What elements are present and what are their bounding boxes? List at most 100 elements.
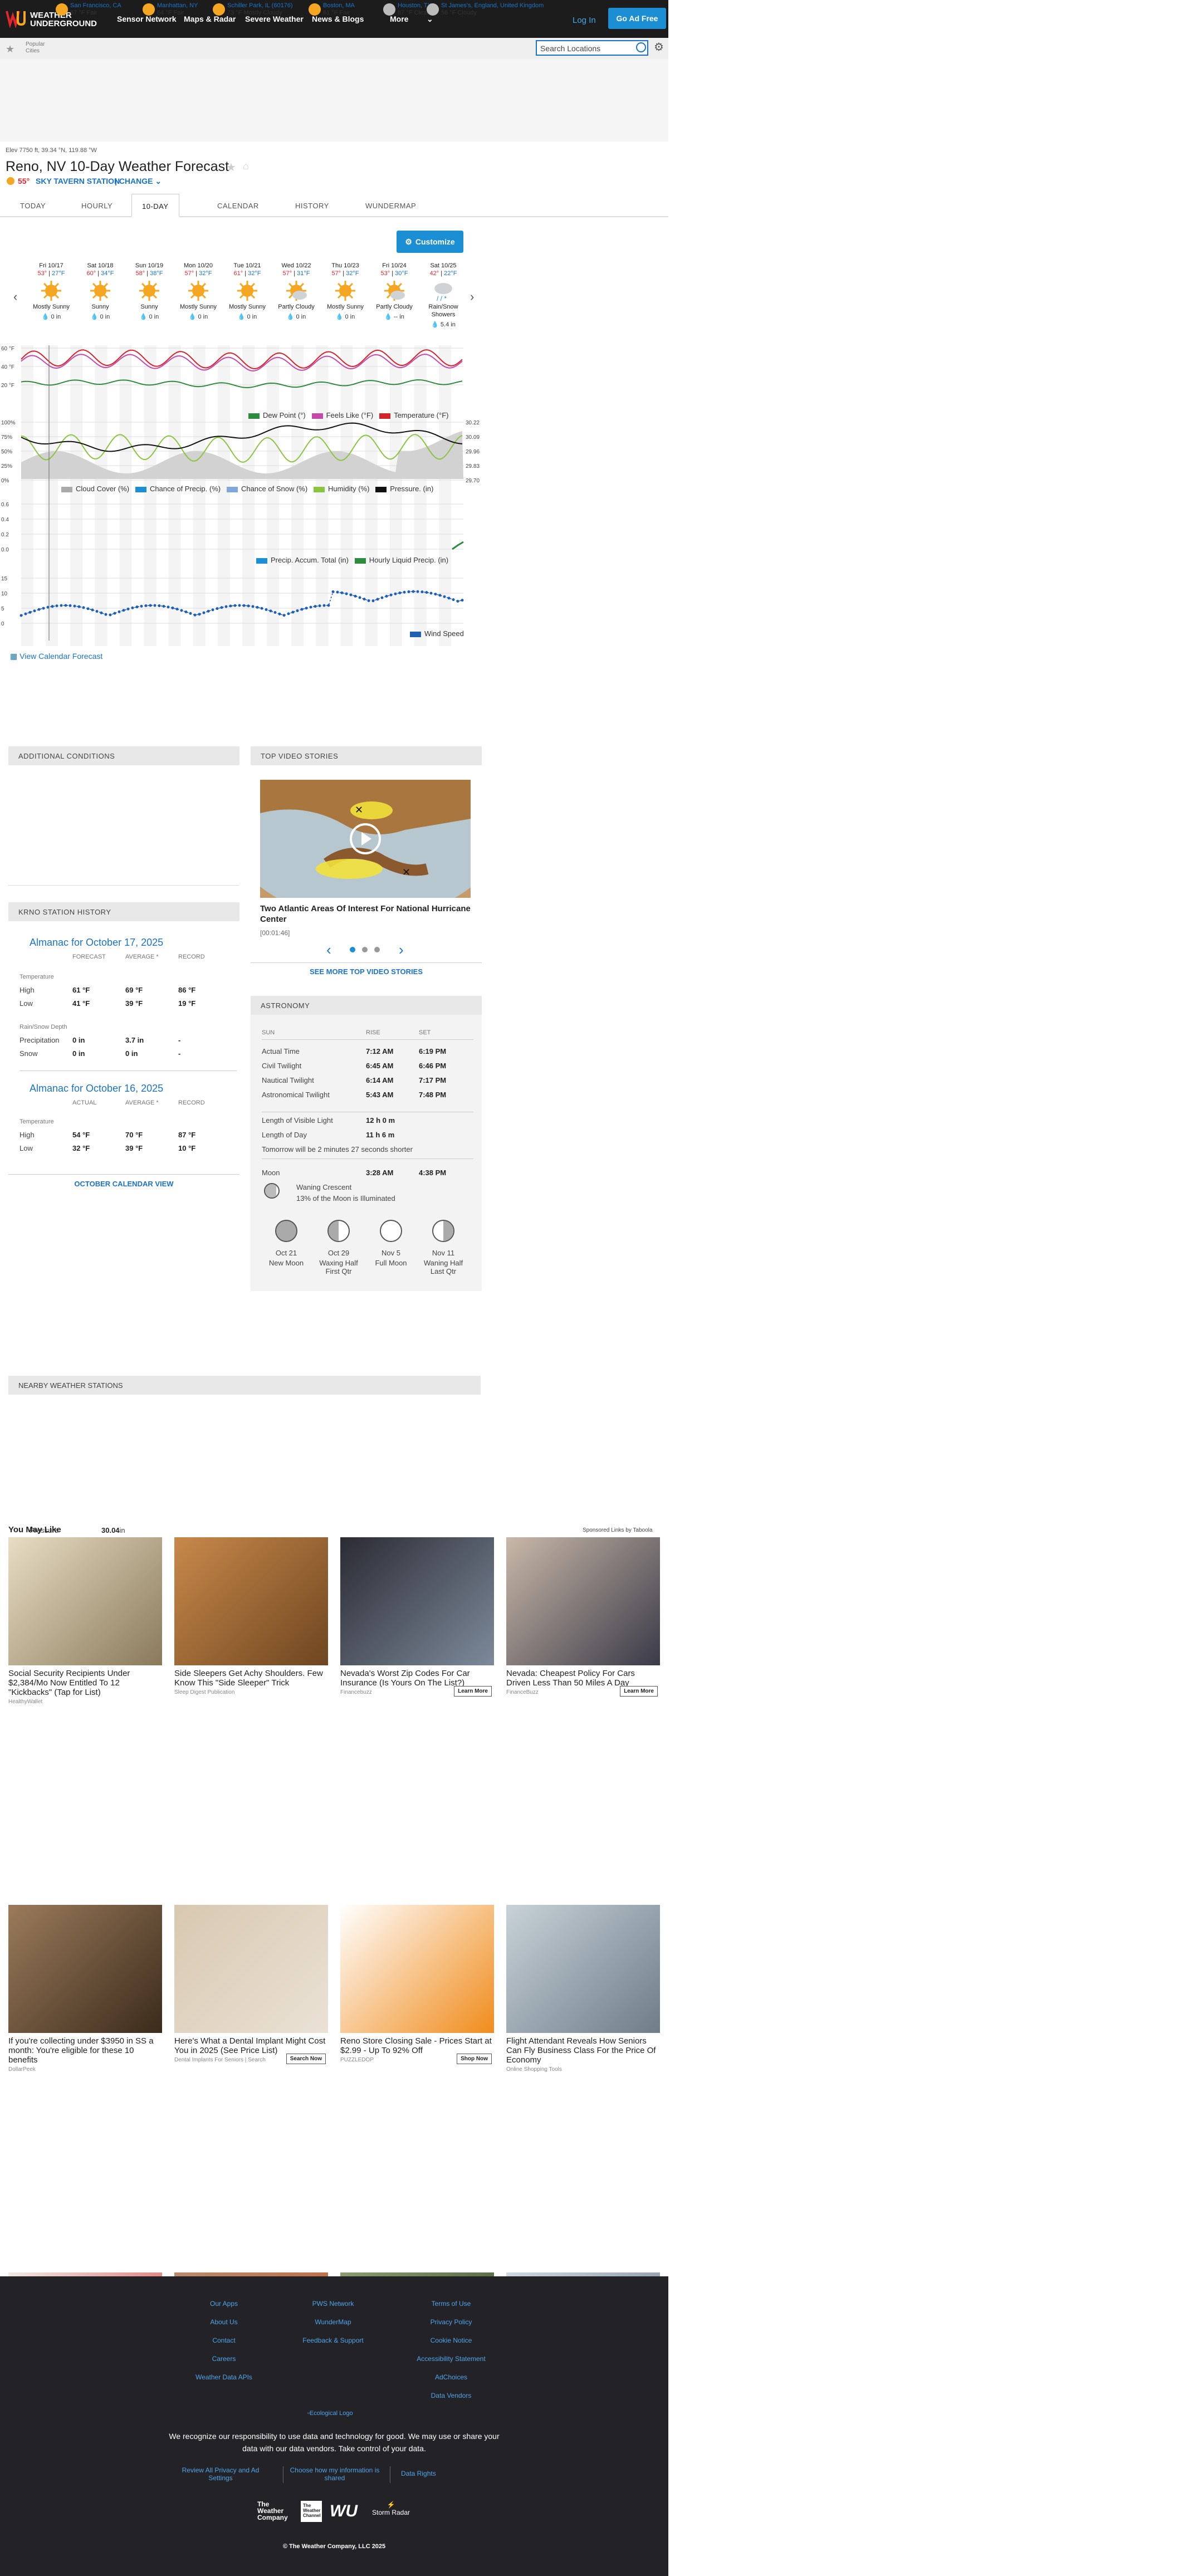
forecast-day[interactable]: Wed 10/22 57° | 31°F Partly Cloudy 💧 0 in bbox=[272, 262, 321, 321]
footer-link[interactable]: Weather Data APIs bbox=[168, 2373, 280, 2381]
favorite-city[interactable]: Manhattan, NY 64 °F Fair bbox=[143, 2, 198, 17]
footer-link[interactable]: Feedback & Support bbox=[277, 2337, 389, 2344]
favorite-city-name[interactable]: Boston, MA bbox=[323, 2, 355, 9]
sponsored-card[interactable]: Social Security Recipients Under $2,384/… bbox=[8, 1537, 162, 1705]
star-icon[interactable]: ★ bbox=[6, 43, 14, 55]
gear-icon[interactable]: ⚙ bbox=[654, 40, 664, 54]
sponsored-card[interactable]: Nevada: Cheapest Policy For Cars Driven … bbox=[506, 1537, 660, 1697]
review-privacy-link[interactable]: Review All Privacy and Ad Settings bbox=[182, 2466, 260, 2482]
sponsored-title[interactable]: Social Security Recipients Under $2,384/… bbox=[8, 1669, 162, 1697]
footer-link[interactable]: Privacy Policy bbox=[395, 2318, 507, 2326]
sponsored-title[interactable]: If you're collecting under $3950 in SS a… bbox=[8, 2036, 162, 2065]
sponsored-card[interactable]: Side Sleepers Get Achy Shoulders. Few Kn… bbox=[174, 1537, 328, 1695]
see-more-videos-link[interactable]: SEE MORE TOP VIDEO STORIES bbox=[251, 962, 482, 976]
tab-10-day[interactable]: 10-DAY bbox=[131, 194, 179, 217]
customize-button[interactable]: ⚙ Customize bbox=[397, 231, 463, 253]
sponsored-cta-button[interactable]: Learn More bbox=[620, 1686, 658, 1697]
forecast-day[interactable]: Thu 10/23 57° | 32°F Mostly Sunny 💧 0 in bbox=[321, 262, 370, 321]
favorite-city-name[interactable]: St James's, England, United Kingdom bbox=[441, 2, 544, 9]
footer-link[interactable]: Accessibility Statement bbox=[395, 2355, 507, 2363]
sponsored-image[interactable] bbox=[506, 1537, 660, 1665]
tab-history[interactable]: HISTORY bbox=[295, 202, 329, 210]
favorite-city-name[interactable]: San Francisco, CA bbox=[70, 2, 121, 9]
sponsored-card[interactable]: Nevada's Worst Zip Codes For Car Insuran… bbox=[340, 1537, 494, 1697]
sponsored-cta-button[interactable]: Search Now bbox=[286, 2054, 326, 2064]
home-icon[interactable]: ⌂ bbox=[243, 160, 249, 172]
carousel-dot-active[interactable] bbox=[350, 947, 355, 952]
sponsored-label[interactable]: Sponsored Links by Taboola bbox=[583, 1527, 652, 1533]
footer-link[interactable]: Cookie Notice bbox=[395, 2337, 507, 2344]
october-calendar-view-link[interactable]: OCTOBER CALENDAR VIEW bbox=[8, 1180, 239, 1188]
forecast-day[interactable]: Sat 10/18 60° | 34°F Sunny 💧 0 in bbox=[76, 262, 125, 321]
footer-link[interactable]: Careers bbox=[168, 2355, 280, 2363]
change-station-link[interactable]: | CHANGE ⌄ bbox=[115, 177, 162, 186]
favorite-city[interactable]: Schiller Park, IL (60176) 73 °F Mostly Cl… bbox=[213, 2, 293, 17]
favorite-city[interactable]: Boston, MA 61 °F Fair bbox=[309, 2, 355, 17]
sponsored-image[interactable] bbox=[174, 1537, 328, 1665]
tab-calendar[interactable]: CALENDAR bbox=[217, 202, 259, 210]
sponsored-image[interactable] bbox=[506, 1905, 660, 2033]
wu-footer-logo[interactable]: WU bbox=[330, 2502, 358, 2521]
tab-wundermap[interactable]: WUNDERMAP bbox=[365, 202, 416, 210]
forecast-day[interactable]: Fri 10/24 53° | 30°F Partly Cloudy 💧 -- in bbox=[370, 262, 419, 321]
favorite-star-icon[interactable]: ★ bbox=[226, 160, 236, 174]
footer-link[interactable]: PWS Network bbox=[277, 2300, 389, 2308]
forecast-day[interactable]: Sun 10/19 58° | 38°F Sunny 💧 0 in bbox=[125, 262, 174, 321]
go-ad-free-button[interactable]: Go Ad Free bbox=[608, 8, 666, 29]
favorite-city[interactable]: St James's, England, United Kingdom 56 °F… bbox=[427, 2, 544, 17]
login-link[interactable]: Log In bbox=[573, 16, 596, 25]
carousel-dot[interactable] bbox=[374, 947, 380, 952]
locate-icon[interactable] bbox=[636, 42, 646, 52]
search-input[interactable]: Search Locations bbox=[536, 40, 648, 56]
wu-logo-icon[interactable] bbox=[6, 8, 26, 28]
favorite-city-name[interactable]: Manhattan, NY bbox=[157, 2, 198, 9]
footer-link[interactable]: WunderMap bbox=[277, 2318, 389, 2326]
sponsored-title[interactable]: Nevada: Cheapest Policy For Cars Driven … bbox=[506, 1669, 660, 1688]
video-title[interactable]: Two Atlantic Areas Of Interest For Natio… bbox=[260, 903, 471, 925]
sponsored-cta-button[interactable]: Shop Now bbox=[457, 2054, 492, 2064]
sponsored-title[interactable]: Reno Store Closing Sale - Prices Start a… bbox=[340, 2036, 494, 2055]
sponsored-title[interactable]: Nevada's Worst Zip Codes For Car Insuran… bbox=[340, 1669, 494, 1688]
storm-radar-logo[interactable]: ⚡ Storm Radar bbox=[372, 2501, 410, 2516]
tab-hourly[interactable]: HOURLY bbox=[81, 202, 113, 210]
sponsored-title[interactable]: Side Sleepers Get Achy Shoulders. Few Kn… bbox=[174, 1669, 328, 1688]
video-next-arrow[interactable]: › bbox=[399, 941, 404, 959]
data-rights-link[interactable]: Data Rights bbox=[401, 2470, 436, 2477]
sponsored-image[interactable] bbox=[8, 1905, 162, 2033]
sponsored-card[interactable]: Reno Store Closing Sale - Prices Start a… bbox=[340, 1905, 494, 2064]
sponsored-image[interactable] bbox=[340, 1537, 494, 1665]
footer-link[interactable]: Our Apps bbox=[168, 2300, 280, 2308]
view-calendar-link[interactable]: ▦ View Calendar Forecast bbox=[10, 652, 102, 661]
video-thumbnail[interactable]: ✕ ✕ bbox=[260, 780, 471, 898]
forecast-day[interactable]: Fri 10/17 53° | 27°F Mostly Sunny 💧 0 in bbox=[27, 262, 76, 321]
favorite-city-name[interactable]: Schiller Park, IL (60176) bbox=[227, 2, 293, 9]
forecast-day[interactable]: Mon 10/20 57° | 32°F Mostly Sunny 💧 0 in bbox=[174, 262, 223, 321]
footer-link[interactable]: Contact bbox=[168, 2337, 280, 2344]
favorite-city[interactable]: San Francisco, CA 67 °F Fair bbox=[56, 2, 121, 17]
station-name[interactable]: SKY TAVERN STATION bbox=[36, 177, 120, 185]
sponsored-image[interactable] bbox=[8, 1537, 162, 1665]
prev-days-arrow[interactable]: ‹ bbox=[13, 290, 17, 304]
choose-info-link[interactable]: Choose how my information is shared bbox=[290, 2466, 380, 2482]
sponsored-image[interactable] bbox=[174, 1905, 328, 2033]
footer-link[interactable]: AdChoices bbox=[395, 2373, 507, 2381]
col-average: AVERAGE * bbox=[125, 1099, 159, 1106]
sponsored-cta-button[interactable]: Learn More bbox=[454, 1686, 492, 1697]
sponsored-card[interactable]: Flight Attendant Reveals How Seniors Can… bbox=[506, 1905, 660, 2072]
footer-link[interactable]: Data Vendors bbox=[395, 2392, 507, 2399]
weather-company-logo[interactable]: The Weather Company bbox=[257, 2501, 288, 2521]
video-prev-arrow[interactable]: ‹ bbox=[326, 941, 331, 959]
forecast-day[interactable]: Sat 10/25 42° | 22°F / / * Rain/Snow Shower… bbox=[419, 262, 468, 329]
footer-link[interactable]: Terms of Use bbox=[395, 2300, 507, 2308]
sponsored-card[interactable]: If you're collecting under $3950 in SS a… bbox=[8, 1905, 162, 2072]
carousel-dot[interactable] bbox=[362, 947, 368, 952]
footer-link[interactable]: About Us bbox=[168, 2318, 280, 2326]
tab-today[interactable]: TODAY bbox=[20, 202, 46, 210]
forecast-day[interactable]: Tue 10/21 61° | 32°F Mostly Sunny 💧 0 in bbox=[223, 262, 272, 321]
next-days-arrow[interactable]: › bbox=[470, 290, 474, 304]
sponsored-card[interactable]: Here's What a Dental Implant Might Cost … bbox=[174, 1905, 328, 2064]
sponsored-title[interactable]: Flight Attendant Reveals How Seniors Can… bbox=[506, 2036, 660, 2065]
weather-channel-logo[interactable]: The Weather Channel bbox=[301, 2501, 322, 2522]
sponsored-title[interactable]: Here's What a Dental Implant Might Cost … bbox=[174, 2036, 328, 2055]
sponsored-image[interactable] bbox=[340, 1905, 494, 2033]
